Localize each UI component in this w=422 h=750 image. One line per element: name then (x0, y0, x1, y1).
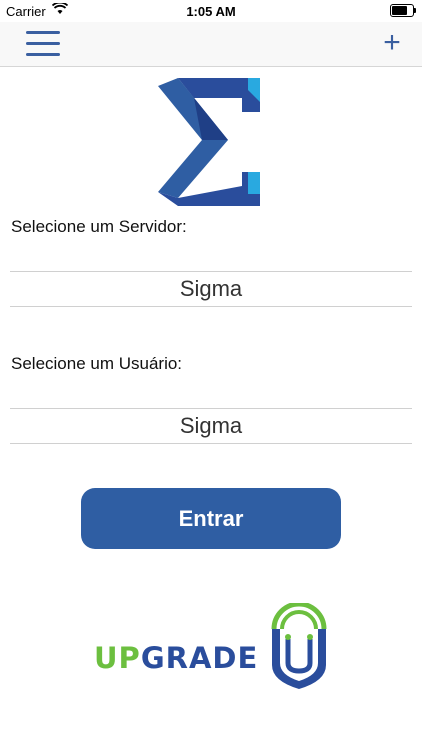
upgrade-brand-logo: UPGRADE (94, 603, 334, 693)
login-button[interactable]: Entrar (81, 488, 341, 549)
sigma-logo (158, 78, 260, 206)
clock: 1:05 AM (186, 4, 236, 19)
upgrade-shield-icon (271, 603, 327, 689)
battery-icon (390, 4, 416, 17)
brand-wordmark: UPGRADE (94, 641, 259, 675)
server-label: Selecione um Servidor: (11, 217, 187, 236)
add-button[interactable]: + (380, 28, 404, 58)
user-picker[interactable]: Sigma (10, 408, 412, 444)
hamburger-menu-icon[interactable] (26, 31, 60, 57)
navigation-bar: + (0, 22, 422, 67)
user-label: Selecione um Usuário: (11, 354, 183, 373)
server-picker[interactable]: Sigma (10, 271, 412, 307)
status-bar: Carrier 1:05 AM (0, 0, 422, 22)
